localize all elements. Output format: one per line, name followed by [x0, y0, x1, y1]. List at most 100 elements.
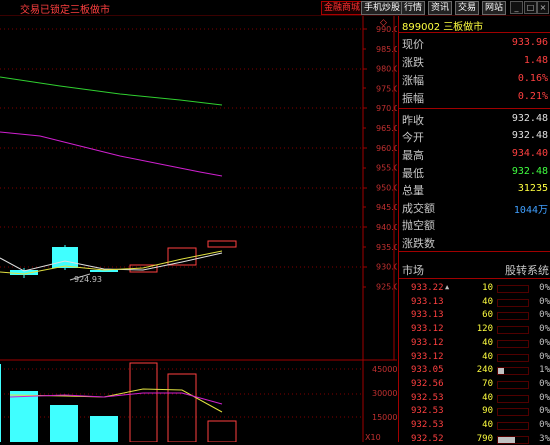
- tick-price: 932.56: [411, 378, 444, 389]
- tick-volume-bar: [497, 422, 529, 430]
- minimize-icon[interactable]: _: [510, 1, 523, 14]
- website-button[interactable]: 网站: [482, 1, 507, 15]
- quote-row: 最低 932.48: [399, 163, 550, 181]
- quote-row: 现价 933.96: [399, 34, 550, 52]
- tick-row: 933.05 240 1%: [399, 365, 550, 376]
- tick-price: 932.53: [411, 406, 444, 417]
- tick-percent: 0%: [539, 420, 550, 430]
- tick-row: 932.53 40 0%: [399, 420, 550, 431]
- quote-row-value: 0.16%: [517, 73, 548, 84]
- quote-row-value: 1044万: [513, 205, 548, 216]
- quotes-button[interactable]: 行情: [401, 1, 426, 15]
- quote-row-value: 933.96: [511, 37, 548, 48]
- market-label: 市场: [402, 264, 424, 277]
- tick-volume: 240: [476, 365, 493, 376]
- vol-ma-yellow: [9, 388, 223, 413]
- quote-row-value: 932.48: [511, 130, 548, 141]
- tick-volume: 40: [482, 392, 493, 403]
- quote-row-value: 1.48: [523, 55, 548, 66]
- candle-6: [207, 240, 237, 248]
- ma-line-magenta: [0, 131, 223, 177]
- kline-chart[interactable]: 990.0 985.0 980.0 975.0 970.0 965.0 960.0 955.0…: [0, 16, 399, 443]
- tick-row: 933.12 40 0%: [399, 338, 550, 349]
- quote-row-label: 现价: [402, 38, 424, 51]
- tick-price: 933.05: [411, 365, 444, 376]
- volume-bars: [0, 362, 237, 443]
- ma-line-green: [0, 76, 223, 106]
- tick-percent: 0%: [539, 351, 550, 362]
- tick-volume-bar: [497, 367, 529, 376]
- quote-row-label: 总量: [402, 184, 424, 197]
- diamond-icon[interactable]: ◇: [380, 18, 387, 28]
- tick-volume: 40: [482, 337, 493, 348]
- maximize-icon[interactable]: □: [524, 1, 537, 14]
- quote-row: 抛空额: [399, 215, 550, 233]
- tick-volume: 40: [482, 351, 493, 362]
- tick-volume: 40: [482, 296, 493, 307]
- quote-row: 涨幅 0.16%: [399, 70, 550, 88]
- tick-volume-bar: [497, 394, 529, 403]
- tick-price: 933.12: [411, 337, 444, 348]
- vol-bar-5: [167, 373, 197, 443]
- tick-volume: 40: [482, 420, 493, 430]
- tick-row: 932.56 70 0%: [399, 379, 550, 390]
- tick-percent: 0%: [539, 392, 550, 403]
- tick-volume: 70: [482, 378, 493, 389]
- stock-header: 899002 三板做市: [402, 18, 483, 33]
- tick-price: 933.12: [411, 351, 444, 362]
- tick-row: 933.13 60 0%: [399, 310, 550, 321]
- tick-price: 933.13: [411, 310, 444, 321]
- quote-row: 总量 31235: [399, 180, 550, 198]
- ma-line-white: [0, 252, 223, 272]
- tick-price: 933.12: [411, 324, 444, 335]
- quote-row-label: 成交额: [402, 202, 435, 215]
- quote-row-label: 今开: [402, 131, 424, 144]
- tick-row: 933.13 40 0%: [399, 297, 550, 308]
- system-label: 股转系统: [505, 264, 549, 277]
- tick-volume: 60: [482, 310, 493, 321]
- vol-bar-1: [10, 391, 38, 442]
- tick-row: 932.53 40 0%: [399, 393, 550, 404]
- trade-lock-status: 交易已锁定: [20, 5, 70, 16]
- price-grid: [0, 28, 363, 268]
- vol-bar-2: [50, 405, 78, 442]
- candlesticks: [10, 240, 237, 278]
- quote-row: 涨跌数: [399, 233, 550, 251]
- tick-volume-bar: [497, 298, 529, 307]
- tick-row: 932.52 790 3%: [399, 434, 550, 445]
- volume-multiplier-label: X10: [365, 433, 381, 442]
- vol-bar-4: [129, 362, 158, 443]
- tick-price: 932.53: [411, 392, 444, 403]
- tick-row: 933.22 ▲ 10 0%: [399, 283, 550, 294]
- vol-bar-6: [207, 420, 237, 443]
- quote-row-label: 最低: [402, 167, 424, 180]
- quote-row: 涨跌 1.48: [399, 52, 550, 70]
- tick-percent: 1%: [539, 365, 550, 376]
- tick-row: 933.12 40 0%: [399, 352, 550, 363]
- finance-mall-button[interactable]: 金融商城: [321, 1, 364, 15]
- tick-volume: 120: [476, 324, 493, 335]
- tick-row: 933.12 120 0%: [399, 324, 550, 335]
- quote-row: 最高 934.40: [399, 145, 550, 163]
- tick-percent: 0%: [539, 283, 550, 293]
- tick-percent: 0%: [539, 406, 550, 417]
- quote-row-value: 934.40: [511, 148, 548, 159]
- vol-bar-3: [90, 416, 118, 442]
- quote-panel: 899002 三板做市 现价 933.96 涨跌 1.48 涨幅 0.16% 振幅 0.21% 昨…: [398, 16, 550, 445]
- close-icon[interactable]: ×: [537, 1, 549, 14]
- news-button[interactable]: 资讯: [428, 1, 453, 15]
- quote-row-label: 涨跌数: [402, 237, 435, 250]
- tick-volume-bar: [497, 285, 529, 293]
- tick-volume-bar: [497, 380, 529, 389]
- volume-tick-label: 45000: [372, 365, 397, 374]
- tick-volume: 90: [482, 406, 493, 417]
- quote-row-value: 31235: [517, 183, 548, 194]
- trade-button[interactable]: 交易: [455, 1, 480, 15]
- tick-percent: 3%: [539, 433, 550, 444]
- mobile-trading-button[interactable]: 手机炒股: [361, 1, 404, 15]
- quote-row: 成交额 1044万: [399, 198, 550, 216]
- low-price-label: 924.93: [74, 275, 102, 284]
- tick-volume-bar: [497, 312, 529, 321]
- tick-percent: 0%: [539, 310, 550, 321]
- volume-tick-label: 15000: [372, 413, 397, 422]
